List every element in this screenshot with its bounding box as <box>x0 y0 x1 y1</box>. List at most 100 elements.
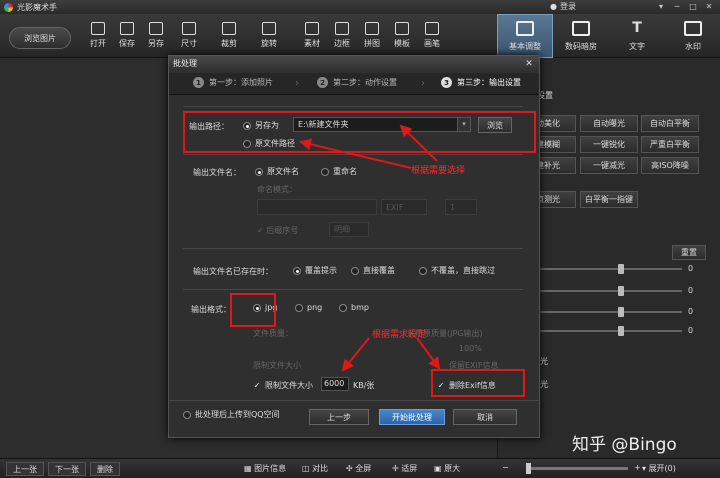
reduce-light-button[interactable]: 一键减光 <box>580 157 638 174</box>
detail-button: 明细 <box>329 222 369 237</box>
delete-image-button[interactable]: 删除 <box>90 462 120 476</box>
next-image-button[interactable]: 下一张 <box>48 462 86 476</box>
menu-icon[interactable]: ▾ <box>654 1 668 12</box>
annotation-box-path <box>183 111 536 153</box>
png-radio[interactable]: png <box>295 303 322 312</box>
iso-denoise-button[interactable]: 高ISO降噪 <box>641 157 699 174</box>
annotation-box-format <box>230 293 276 327</box>
watermark-icon <box>684 20 702 36</box>
collage-button[interactable]: 拼图 <box>357 22 387 54</box>
save-as-icon <box>149 22 163 35</box>
compare-button[interactable]: ◫ 对比 <box>302 463 328 474</box>
white-balance-picker-button[interactable]: 白平衡一指键 <box>580 191 638 208</box>
border-button[interactable]: 边框 <box>327 22 357 54</box>
annotation-box-exif <box>431 369 525 397</box>
browse-images-button[interactable]: 浏览图片 <box>9 27 71 49</box>
limit-size-checkbox[interactable]: ✓ 限制文件大小 <box>253 380 313 391</box>
bmp-radio[interactable]: bmp <box>339 303 369 312</box>
skip-radio[interactable]: 不覆盖，直接跳过 <box>419 265 495 276</box>
original-size-button[interactable]: ▣ 原大 <box>434 463 460 474</box>
text-icon: T <box>632 19 642 36</box>
chevron-right-icon: › <box>295 78 299 89</box>
prev-image-button[interactable]: 上一张 <box>6 462 44 476</box>
open-button[interactable]: 打开 <box>83 22 113 54</box>
auto-white-balance-button[interactable]: 自动白平衡 <box>641 115 699 132</box>
reset-button[interactable]: 重置 <box>672 245 706 260</box>
zoom-slider[interactable] <box>528 467 628 470</box>
original-name-radio[interactable]: 原文件名 <box>255 166 299 177</box>
overwrite-direct-radio[interactable]: 直接覆盖 <box>351 265 395 276</box>
panel-section-fragment: 光 <box>540 380 548 389</box>
image-info-button[interactable]: ▦ 图片信息 <box>244 463 286 474</box>
exif-select: EXIF <box>381 199 427 215</box>
auto-exposure-button[interactable]: 自动曝光 <box>580 115 638 132</box>
material-icon <box>305 22 319 35</box>
login-link[interactable]: ● 登录 <box>550 1 576 12</box>
zoom-in-icon[interactable]: + <box>634 463 641 472</box>
slider-row[interactable]: 0 <box>534 286 720 296</box>
crop-icon <box>222 22 236 35</box>
title-bar: 光影魔术手 ● 登录 ▾ ─ □ ✕ <box>0 0 720 14</box>
overwrite-prompt-radio[interactable]: 覆盖提示 <box>293 265 337 276</box>
add-seq-checkbox: ✓ 后缀序号 <box>257 226 299 235</box>
size-limit-input[interactable]: 6000 <box>321 377 349 391</box>
zoom-out-icon[interactable]: − <box>502 463 509 472</box>
save-icon <box>120 22 134 35</box>
fullscreen-button[interactable]: ✣ 全屏 <box>346 463 371 474</box>
brush-button[interactable]: 画笔 <box>417 22 447 54</box>
slider-knob[interactable] <box>618 307 624 317</box>
slider-row[interactable]: 0 <box>534 326 720 336</box>
prev-step-button[interactable]: 上一步 <box>309 409 369 425</box>
material-button[interactable]: 素材 <box>297 22 327 54</box>
start-batch-button[interactable]: 开始批处理 <box>379 409 445 425</box>
quality-value: 100% <box>459 344 482 353</box>
border-icon <box>335 22 349 35</box>
template-icon <box>395 22 409 35</box>
naming-format-input <box>257 199 377 215</box>
main-toolbar: 浏览图片 打开 保存 另存 尺寸 裁剪 旋转 素材 边框 拼图 模板 画笔 基本… <box>0 14 720 58</box>
sharpen-button[interactable]: 一键锐化 <box>580 136 638 153</box>
zoom-slider-knob[interactable] <box>526 463 531 474</box>
tab-basic-adjust[interactable]: 基本调整 <box>497 14 553 58</box>
slider-row[interactable]: 0 <box>534 307 720 317</box>
maximize-icon[interactable]: □ <box>686 1 700 12</box>
slider-knob[interactable] <box>618 264 624 274</box>
template-button[interactable]: 模板 <box>387 22 417 54</box>
slider-knob[interactable] <box>618 286 624 296</box>
step-3[interactable]: 3 第三步：输出设置 <box>441 77 521 88</box>
dialog-close-icon[interactable]: ✕ <box>523 58 535 70</box>
tab-darkroom[interactable]: 数码暗房 <box>553 14 609 58</box>
size-limit-hint: 限制文件大小 <box>253 361 301 370</box>
upload-qq-checkbox[interactable]: 批处理后上传到QQ空间 <box>183 409 280 420</box>
save-button[interactable]: 保存 <box>112 22 142 54</box>
minimize-icon[interactable]: ─ <box>670 1 684 12</box>
step-1[interactable]: 1 第一步：添加照片 <box>193 77 273 88</box>
dialog-title: 批处理 <box>169 56 539 72</box>
resize-button[interactable]: 尺寸 <box>174 22 204 54</box>
watermark-text: 知乎 @Bingo <box>572 435 677 455</box>
tab-text[interactable]: T 文字 <box>609 14 665 58</box>
output-format-label: 输出格式： <box>191 305 231 314</box>
crop-button[interactable]: 裁剪 <box>214 22 244 54</box>
batch-dialog: 批处理 ✕ 1 第一步：添加照片 › 2 第二步：动作设置 › 3 第三步：输出设置 … <box>168 55 540 438</box>
rename-radio[interactable]: 重命名 <box>321 166 357 177</box>
strong-white-balance-button[interactable]: 严重白平衡 <box>641 136 699 153</box>
step-2[interactable]: 2 第二步：动作设置 <box>317 77 397 88</box>
rotate-button[interactable]: 旋转 <box>254 22 284 54</box>
fit-screen-button[interactable]: ✛ 适屏 <box>392 463 417 474</box>
slider-row[interactable]: 0 <box>534 264 720 274</box>
chevron-right-icon: › <box>421 78 425 89</box>
tab-watermark[interactable]: 水印 <box>665 14 720 58</box>
expand-button[interactable]: ▾ 展开(0) <box>642 463 676 474</box>
cancel-button[interactable]: 取消 <box>453 409 517 425</box>
close-icon[interactable]: ✕ <box>702 1 716 12</box>
naming-format-label: 命名模式： <box>257 185 297 194</box>
user-icon: ● <box>550 2 557 11</box>
panel-section-fragment: 光 <box>540 357 548 366</box>
filename-label: 输出文件名： <box>193 168 241 177</box>
camera-icon <box>572 20 590 36</box>
save-as-button[interactable]: 另存 <box>141 22 171 54</box>
slider-knob[interactable] <box>618 326 624 336</box>
bottom-bar: 上一张 下一张 删除 ▦ 图片信息 ◫ 对比 ✣ 全屏 ✛ 适屏 ▣ 原大 − … <box>0 458 720 478</box>
annotation-text-set: 根据需求设定 <box>372 330 427 340</box>
